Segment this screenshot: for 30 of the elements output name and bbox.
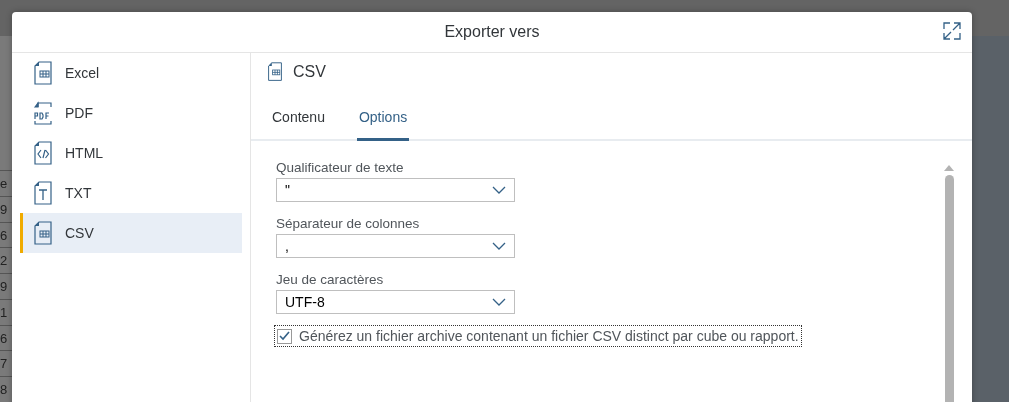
panel-title: CSV — [293, 63, 326, 81]
spreadsheet-file-icon — [33, 221, 53, 245]
format-item[interactable]: HTML — [20, 133, 242, 173]
chevron-down-icon — [492, 298, 506, 306]
chevron-down-icon — [492, 186, 506, 194]
dropdown-field[interactable]: " — [276, 178, 515, 202]
text-file-icon — [33, 181, 53, 205]
format-item[interactable]: TXT — [20, 173, 242, 213]
chevron-down-icon — [492, 242, 506, 250]
tab[interactable]: Contenu — [270, 91, 327, 141]
checkmark-icon — [279, 331, 290, 341]
code-file-icon — [33, 141, 53, 165]
dialog-title: Exporter vers — [444, 23, 540, 41]
spreadsheet-file-icon — [33, 61, 53, 85]
dropdown-field[interactable]: UTF-8 — [276, 290, 515, 314]
field-label: Jeu de caractères — [276, 272, 385, 289]
dropdown-field[interactable]: , — [276, 234, 515, 258]
expand-icon — [943, 22, 961, 40]
pdf-file-icon — [33, 101, 53, 125]
checkbox[interactable] — [277, 328, 292, 344]
archive-checkbox[interactable]: Générez un fichier archive contenant un fichier CSV distinct par cube ou rapport. — [275, 326, 801, 346]
format-item[interactable]: PDF — [20, 93, 242, 133]
expand-button[interactable] — [942, 22, 962, 42]
tab[interactable]: Options — [356, 91, 410, 141]
format-item[interactable]: Excel — [20, 53, 242, 93]
field-label: Séparateur de colonnes — [276, 216, 421, 233]
spreadsheet-file-icon — [267, 62, 283, 82]
field-label: Qualificateur de texte — [276, 160, 405, 177]
format-item[interactable]: CSV — [20, 213, 242, 253]
scrollbar-thumb[interactable] — [944, 175, 954, 402]
